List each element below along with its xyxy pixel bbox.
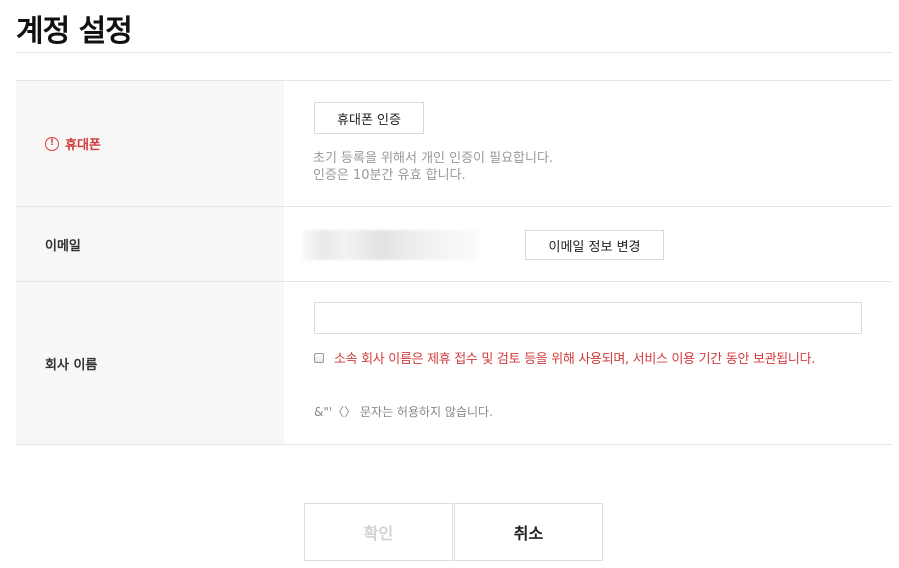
- consent-text: 소속 회사 이름은 제휴 접수 및 검토 등을 위해 사용되며, 서비스 이용 …: [334, 352, 816, 367]
- company-label-cell: 회사 이름: [16, 282, 284, 444]
- cancel-button[interactable]: 취소: [454, 503, 603, 561]
- consent-checkbox[interactable]: [314, 352, 324, 363]
- phone-hint: 초기 등록을 위해서 개인 인증이 필요합니다. 인증은 10분간 유효 합니다…: [313, 150, 553, 184]
- consent-row: 소속 회사 이름은 제휴 접수 및 검토 등을 위해 사용되며, 서비스 이용 …: [314, 348, 815, 367]
- settings-form: ! 휴대폰 휴대폰 인증 초기 등록을 위해서 개인 인증이 필요합니다. 인증…: [16, 80, 892, 445]
- email-label: 이메일: [45, 238, 81, 254]
- email-label-cell: 이메일: [16, 207, 284, 281]
- email-value-redacted: [302, 230, 477, 260]
- phone-hint-line-1: 초기 등록을 위해서 개인 인증이 필요합니다.: [313, 151, 554, 166]
- company-row: 회사 이름 소속 회사 이름은 제휴 접수 및 검토 등을 위해 사용되며, 서…: [16, 282, 892, 445]
- page-title: 계정 설정: [16, 14, 133, 49]
- confirm-button[interactable]: 확인: [304, 503, 453, 561]
- company-label: 회사 이름: [45, 357, 98, 373]
- company-name-input[interactable]: [314, 302, 862, 334]
- phone-hint-line-2: 인증은 10분간 유효 합니다.: [313, 168, 466, 183]
- account-settings-page: 계정 설정 ! 휴대폰 휴대폰 인증 초기 등록을 위해서 개인 인증이 필요합…: [0, 0, 899, 568]
- warning-icon: !: [45, 136, 59, 151]
- email-value-cell: 이메일 정보 변경: [284, 207, 892, 281]
- phone-row: ! 휴대폰 휴대폰 인증 초기 등록을 위해서 개인 인증이 필요합니다. 인증…: [16, 81, 892, 207]
- character-restriction-note: &"'〈〉 문자는 허용하지 않습니다.: [314, 405, 493, 419]
- title-divider: [16, 52, 892, 53]
- email-row: 이메일 이메일 정보 변경: [16, 207, 892, 282]
- company-value-cell: 소속 회사 이름은 제휴 접수 및 검토 등을 위해 사용되며, 서비스 이용 …: [284, 282, 892, 444]
- phone-label-cell: ! 휴대폰: [16, 81, 284, 206]
- phone-verify-button[interactable]: 휴대폰 인증: [314, 102, 424, 134]
- phone-label: 휴대폰: [65, 138, 101, 153]
- email-change-button[interactable]: 이메일 정보 변경: [525, 230, 664, 260]
- phone-value-cell: 휴대폰 인증 초기 등록을 위해서 개인 인증이 필요합니다. 인증은 10분간…: [284, 81, 892, 206]
